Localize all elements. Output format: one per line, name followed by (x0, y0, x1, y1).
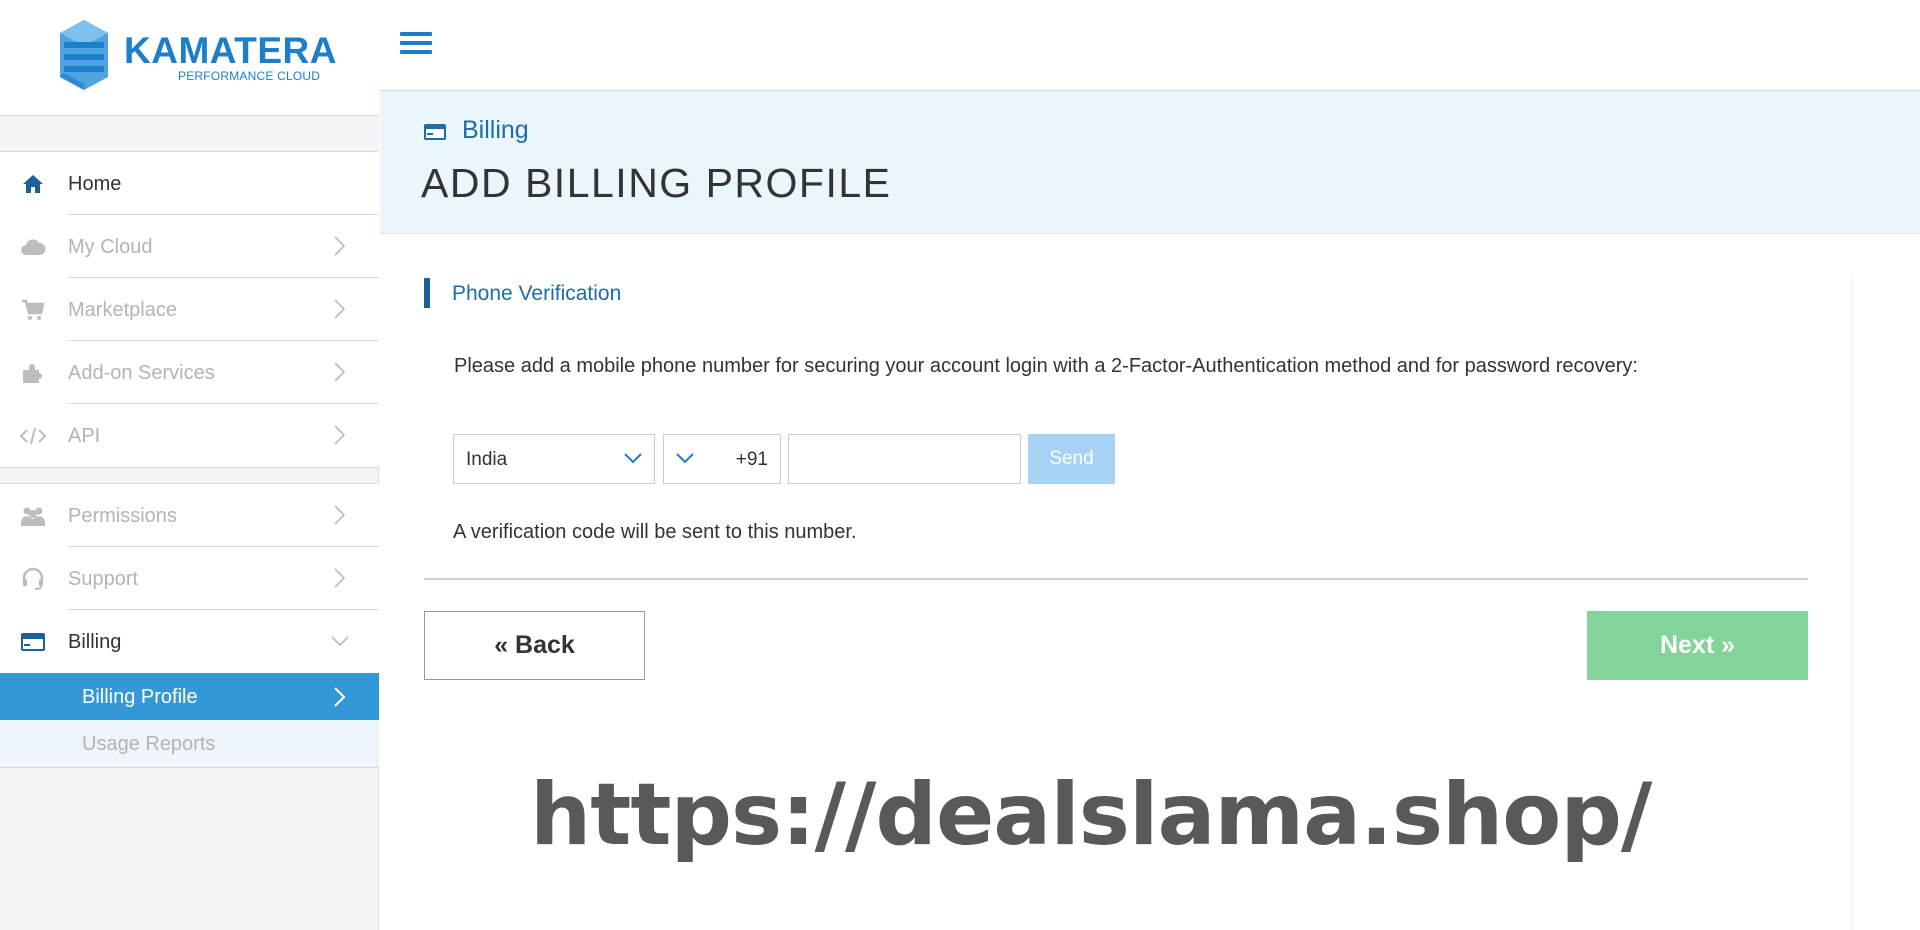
chevron-right-icon (334, 236, 346, 256)
page-title: ADD BILLING PROFILE (421, 160, 892, 206)
users-icon (20, 504, 46, 528)
phone-description: Please add a mobile phone number for sec… (454, 355, 1638, 377)
section-title: Phone Verification (452, 282, 622, 305)
chevron-right-icon (334, 299, 346, 319)
hamburger-menu-icon[interactable] (400, 32, 432, 56)
code-icon (20, 424, 46, 448)
top-bar (380, 0, 1920, 91)
watermark-url: https://dealslama.shop/ (530, 765, 1652, 865)
sidebar-item-label: My Cloud (68, 236, 153, 258)
sidebar: KAMATERA PERFORMANCE CLOUD Home My Cloud… (0, 0, 379, 930)
sidebar-subitem-billing-profile[interactable]: Billing Profile (0, 673, 379, 720)
sidebar-item-add-on-services[interactable]: Add-on Services (0, 341, 379, 404)
chevron-right-icon (334, 687, 346, 707)
country-select[interactable]: India (453, 434, 655, 484)
sidebar-subitem-usage-reports[interactable]: Usage Reports (0, 720, 379, 767)
chevron-right-icon (334, 568, 346, 588)
phone-number-input[interactable] (788, 434, 1021, 484)
sidebar-item-label: Support (68, 568, 139, 590)
chevron-right-icon (334, 362, 346, 382)
back-button[interactable]: « Back (424, 611, 645, 680)
logo[interactable]: KAMATERA PERFORMANCE CLOUD (0, 0, 379, 116)
chevron-down-icon (331, 636, 349, 647)
content-border (1852, 276, 1853, 930)
sidebar-nav-primary: Home My Cloud Marketplace Add-on Service… (0, 152, 379, 468)
sidebar-item-label: Marketplace (68, 299, 177, 321)
section-accent-bar (424, 278, 430, 308)
cart-icon (20, 298, 46, 322)
breadcrumb[interactable]: Billing (462, 116, 529, 145)
sidebar-item-label: API (68, 425, 101, 447)
credit-card-icon (20, 630, 46, 654)
sidebar-item-support[interactable]: Support (0, 547, 379, 610)
sidebar-item-marketplace[interactable]: Marketplace (0, 278, 379, 341)
chevron-down-icon (676, 453, 694, 464)
sidebar-item-home[interactable]: Home (0, 152, 379, 215)
country-value: India (466, 449, 508, 470)
home-icon (20, 172, 46, 196)
sidebar-item-my-cloud[interactable]: My Cloud (0, 215, 379, 278)
chevron-right-icon (334, 505, 346, 525)
sidebar-item-billing[interactable]: Billing (0, 610, 379, 673)
page-header: Billing ADD BILLING PROFILE (380, 91, 1920, 234)
billing-submenu: Billing Profile Usage Reports (0, 673, 379, 768)
chevron-down-icon (624, 453, 642, 464)
kamatera-logo-icon (60, 20, 108, 90)
send-button[interactable]: Send (1028, 434, 1115, 484)
verification-hint: A verification code will be sent to this… (453, 521, 857, 543)
headset-icon (20, 567, 46, 591)
cloud-icon (20, 235, 46, 259)
sidebar-item-label: Home (68, 173, 122, 195)
divider (424, 578, 1808, 580)
sidebar-item-label: Permissions (68, 505, 177, 527)
sidebar-item-permissions[interactable]: Permissions (0, 484, 379, 547)
next-button[interactable]: Next » (1587, 611, 1808, 680)
sidebar-nav-secondary: Permissions Support Billing (0, 483, 379, 674)
puzzle-icon (20, 361, 46, 385)
sidebar-spacer (0, 116, 379, 152)
credit-card-icon (424, 124, 446, 140)
dial-code-select[interactable]: +91 (663, 434, 781, 484)
brand-tagline: PERFORMANCE CLOUD (178, 69, 321, 83)
sidebar-item-label: Billing (68, 631, 122, 653)
sidebar-item-api[interactable]: API (0, 404, 379, 467)
sidebar-item-label: Add-on Services (68, 362, 215, 384)
sidebar-subitem-label: Billing Profile (82, 686, 198, 708)
chevron-right-icon (334, 425, 346, 445)
sidebar-subitem-label: Usage Reports (82, 733, 216, 755)
dial-code-value: +91 (735, 449, 768, 470)
brand-name: KAMATERA (124, 30, 337, 71)
